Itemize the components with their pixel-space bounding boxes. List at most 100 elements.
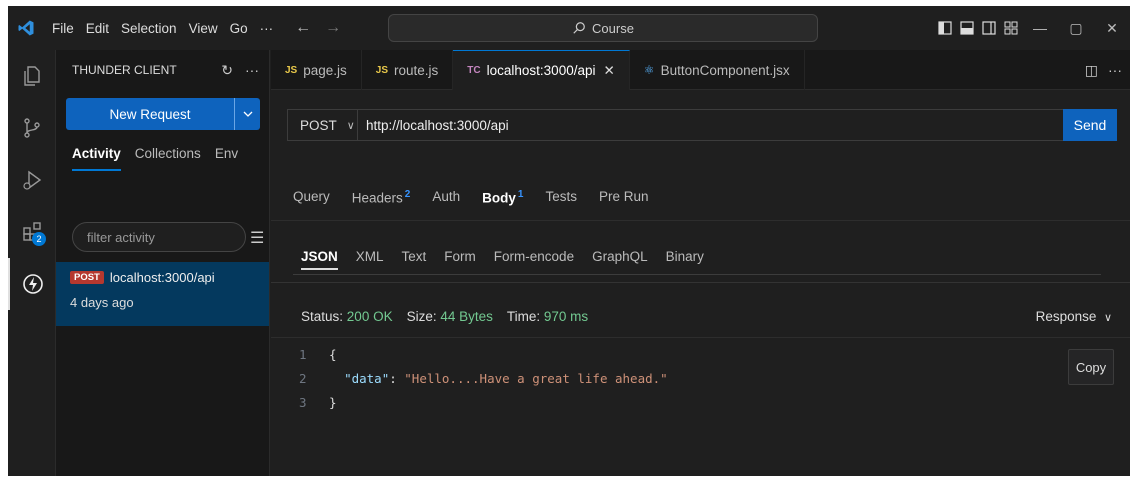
chevron-down-icon: ∨	[346, 119, 355, 132]
request-tabs: Query Headers 2 Auth Body 1 Tests Pre Run	[293, 189, 649, 206]
toggle-panel-icon[interactable]	[956, 6, 978, 50]
nav-arrows: ← →	[295, 19, 341, 37]
code-line: }	[329, 395, 337, 410]
toggle-secondary-sidebar-icon[interactable]	[978, 6, 1000, 50]
close-tab-icon[interactable]: ✕	[603, 63, 614, 79]
sidebar-title: THUNDER CLIENT	[72, 63, 177, 77]
search-icon	[573, 22, 585, 34]
title-bar: File Edit Selection View Go ··· ← → Cour…	[8, 6, 1130, 50]
new-request-label: New Request	[109, 106, 191, 122]
tab-label: localhost:3000/api	[486, 63, 596, 78]
body-tab-text[interactable]: Text	[402, 249, 427, 270]
vscode-window: File Edit Selection View Go ··· ← → Cour…	[8, 6, 1130, 476]
minimize-icon[interactable]: —	[1022, 6, 1058, 50]
body-tab-xml[interactable]: XML	[356, 249, 384, 270]
new-request-button[interactable]: New Request	[66, 98, 260, 130]
filter-activity-input[interactable]: filter activity	[72, 222, 246, 252]
menu-selection[interactable]: Selection	[115, 21, 183, 36]
menu-edit[interactable]: Edit	[80, 21, 115, 36]
divider	[293, 274, 1101, 275]
status-field: Status: 200 OK	[301, 309, 393, 324]
tab-localhost-api[interactable]: TC localhost:3000/api ✕	[453, 50, 630, 90]
line-number: 3	[299, 395, 307, 410]
body-tab-graphql[interactable]: GraphQL	[592, 249, 648, 270]
method-badge: POST	[70, 271, 104, 284]
menu-icon[interactable]: ☰	[250, 228, 264, 248]
menu-bar: File Edit Selection View Go ···	[46, 21, 279, 36]
more-actions-icon[interactable]: ···	[245, 62, 259, 79]
react-icon: ⚛	[643, 63, 655, 77]
tab-collections[interactable]: Collections	[135, 146, 201, 171]
tab-button-component[interactable]: ⚛ ButtonComponent.jsx	[630, 50, 805, 90]
forward-arrow-icon[interactable]: →	[325, 19, 341, 37]
body-tab-form[interactable]: Form	[444, 249, 476, 270]
tab-env[interactable]: Env	[215, 146, 238, 171]
activity-url: localhost:3000/api	[109, 270, 215, 285]
tab-tests[interactable]: Tests	[545, 189, 577, 206]
explorer-icon[interactable]	[8, 50, 56, 102]
thunder-client-file-icon: TC	[467, 65, 481, 76]
thunder-client-icon[interactable]	[8, 258, 56, 310]
refresh-icon[interactable]: ↻	[221, 62, 233, 79]
run-debug-icon[interactable]	[8, 154, 56, 206]
url-input[interactable]: http://localhost:3000/api	[358, 118, 1063, 133]
divider	[271, 220, 1130, 221]
body-tab-form-encode[interactable]: Form-encode	[494, 249, 574, 270]
tab-activity[interactable]: Activity	[72, 146, 121, 171]
back-arrow-icon[interactable]: ←	[295, 19, 311, 37]
command-center[interactable]: Course	[388, 14, 818, 42]
menu-view[interactable]: View	[183, 21, 224, 36]
activity-bar: 2	[8, 50, 56, 476]
restore-icon[interactable]: ▢	[1058, 6, 1094, 50]
tab-auth[interactable]: Auth	[432, 189, 460, 206]
chevron-down-icon: ∨	[1103, 312, 1112, 324]
tab-headers[interactable]: Headers 2	[352, 189, 411, 206]
send-button[interactable]: Send	[1063, 109, 1117, 141]
js-file-icon: JS	[285, 64, 298, 76]
extensions-icon[interactable]: 2	[8, 206, 56, 258]
sidebar-tabs: Activity Collections Env	[72, 146, 238, 171]
headers-count: 2	[404, 189, 411, 200]
body-count: 1	[517, 189, 524, 200]
extensions-badge: 2	[32, 232, 46, 246]
line-number: 2	[299, 371, 307, 386]
source-control-icon[interactable]	[8, 102, 56, 154]
tab-query[interactable]: Query	[293, 189, 330, 206]
code-line: {	[329, 347, 337, 362]
command-center-text: Course	[592, 20, 634, 36]
request-panel: POST ∨ http://localhost:3000/api Send Que…	[271, 91, 1130, 476]
chevron-down-icon[interactable]	[234, 98, 260, 130]
tab-body[interactable]: Body 1	[482, 189, 523, 206]
tab-route-js[interactable]: JS route.js	[362, 50, 454, 90]
title-controls: — ▢ ✕	[934, 6, 1130, 50]
time-value: 970 ms	[543, 309, 589, 324]
sidebar-header: THUNDER CLIENT ↻ ···	[56, 50, 269, 90]
more-actions-icon[interactable]: ···	[1108, 62, 1122, 79]
status-value: 200 OK	[346, 309, 393, 324]
tab-pre-run[interactable]: Pre Run	[599, 189, 649, 206]
activity-time: 4 days ago	[70, 295, 134, 310]
line-number: 1	[299, 347, 307, 362]
method-select[interactable]: POST ∨	[288, 110, 358, 140]
size-field: Size: 44 Bytes	[406, 309, 493, 324]
editor-tabs: JS page.js JS route.js TC localhost:3000/ap…	[271, 50, 1130, 90]
tab-label: route.js	[394, 62, 439, 78]
menu-file[interactable]: File	[46, 21, 80, 36]
code-line: "data": "Hello....Have a great life ahea…	[344, 371, 668, 386]
body-tab-binary[interactable]: Binary	[666, 249, 704, 270]
body-tab-json[interactable]: JSON	[301, 249, 338, 270]
tab-label: page.js	[303, 62, 347, 78]
close-icon[interactable]: ✕	[1094, 6, 1130, 50]
copy-button[interactable]: Copy	[1068, 349, 1114, 385]
split-editor-icon[interactable]: ◫	[1085, 62, 1098, 79]
tab-page-js[interactable]: JS page.js	[271, 50, 362, 90]
menu-more[interactable]: ···	[254, 21, 280, 36]
activity-list-item[interactable]: POST localhost:3000/api 4 days ago	[56, 262, 269, 326]
divider	[271, 282, 1130, 283]
response-dropdown[interactable]: Response ∨	[1036, 309, 1112, 324]
customize-layout-icon[interactable]	[1000, 6, 1022, 50]
vscode-logo-icon	[8, 6, 44, 50]
toggle-primary-sidebar-icon[interactable]	[934, 6, 956, 50]
method-label: POST	[300, 117, 337, 133]
menu-go[interactable]: Go	[224, 21, 254, 36]
